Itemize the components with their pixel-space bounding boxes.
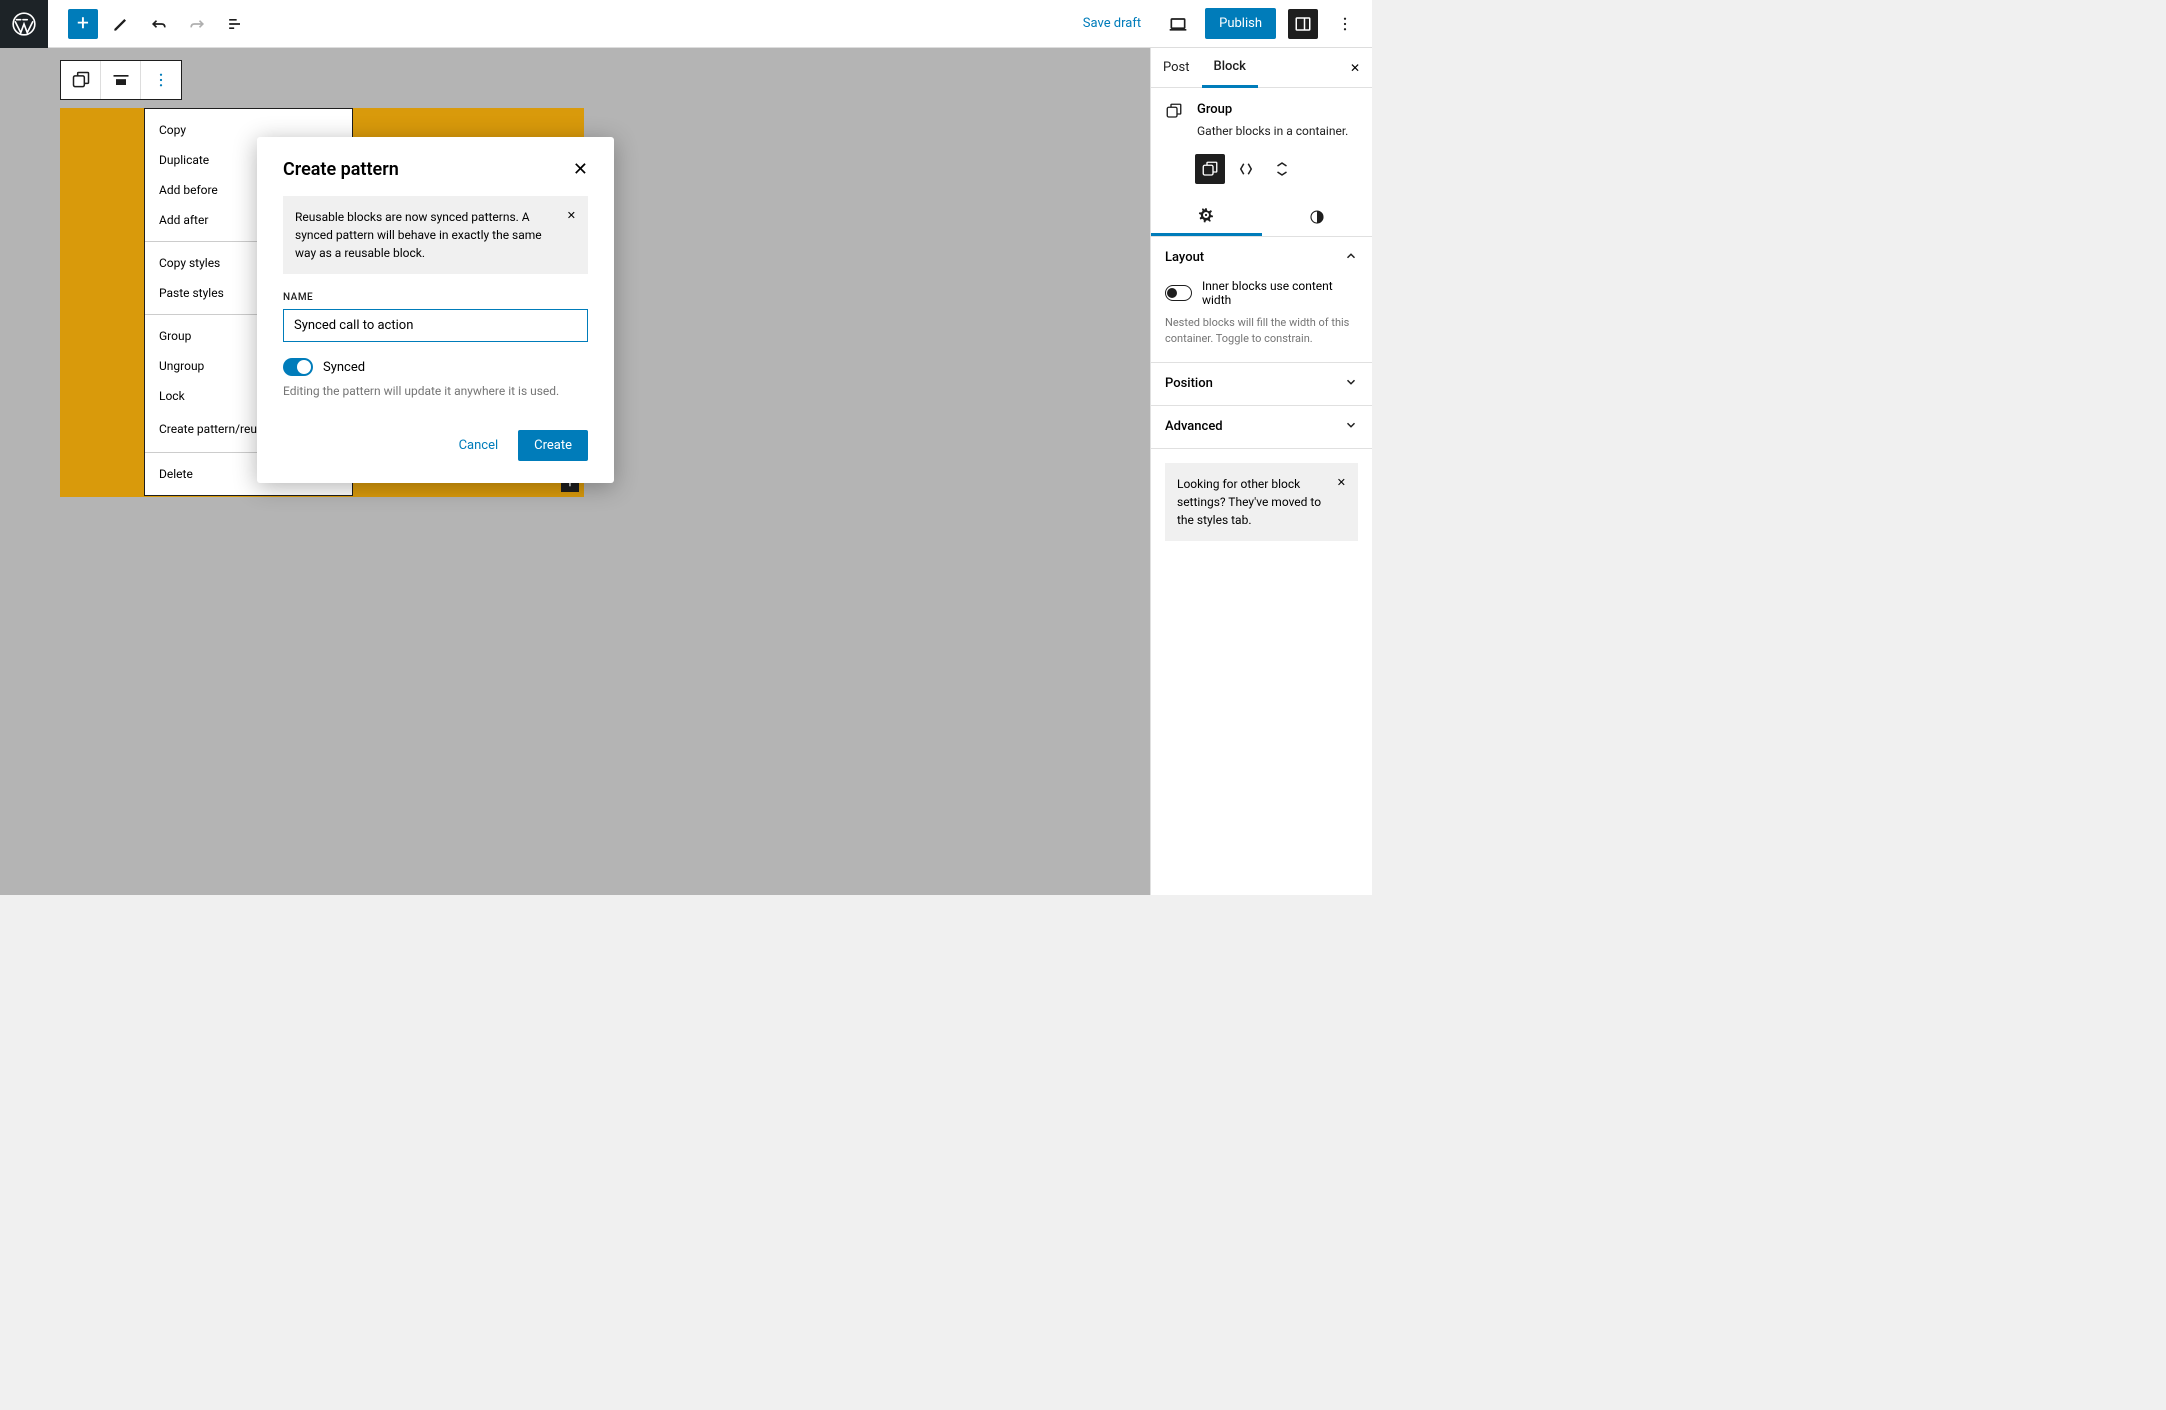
more-options-button[interactable] xyxy=(1330,9,1360,39)
synced-toggle[interactable] xyxy=(283,358,313,376)
align-toolbar-button[interactable] xyxy=(101,61,141,99)
create-button[interactable]: Create xyxy=(518,430,588,461)
panel-advanced-header[interactable]: Advanced xyxy=(1151,406,1372,448)
styles-hint-text: Looking for other block settings? They'v… xyxy=(1177,475,1327,529)
panel-position-header[interactable]: Position xyxy=(1151,363,1372,405)
block-type-desc: Gather blocks in a container. xyxy=(1197,123,1348,140)
close-icon xyxy=(1350,61,1360,75)
save-draft-button[interactable]: Save draft xyxy=(1073,10,1151,37)
variant-row[interactable] xyxy=(1231,154,1261,184)
add-block-button[interactable]: + xyxy=(68,9,98,39)
group-block-icon xyxy=(1165,102,1183,123)
create-pattern-modal: Create pattern Reusable blocks are now s… xyxy=(257,137,614,483)
top-right-tools: Save draft Publish xyxy=(1073,8,1372,39)
pattern-name-input[interactable] xyxy=(283,309,588,342)
cancel-button[interactable]: Cancel xyxy=(445,430,513,461)
block-type-title: Group xyxy=(1197,102,1348,117)
subtab-settings[interactable] xyxy=(1151,198,1262,236)
switch-knob xyxy=(297,360,311,374)
panel-advanced-title: Advanced xyxy=(1165,419,1223,434)
settings-sidebar-toggle[interactable] xyxy=(1288,9,1318,39)
synced-help-text: Editing the pattern will update it anywh… xyxy=(283,384,588,398)
tab-post[interactable]: Post xyxy=(1151,48,1202,87)
panel-position-title: Position xyxy=(1165,376,1213,391)
undo-button[interactable] xyxy=(144,9,174,39)
editor-topbar: + Save draft Publish xyxy=(0,0,1372,48)
wordpress-logo[interactable] xyxy=(0,0,48,48)
content-width-toggle[interactable] xyxy=(1165,285,1192,301)
close-icon xyxy=(573,159,588,180)
tab-block[interactable]: Block xyxy=(1202,49,1258,88)
top-left-tools: + xyxy=(48,9,250,39)
sidebar-tabs: Post Block xyxy=(1151,48,1372,88)
block-info-panel: Group Gather blocks in a container. xyxy=(1151,88,1372,198)
inspector-subtabs xyxy=(1151,198,1372,237)
chevron-down-icon xyxy=(1344,418,1358,436)
panel-layout-title: Layout xyxy=(1165,250,1204,265)
toggle-knob xyxy=(1167,288,1177,298)
subtab-styles[interactable] xyxy=(1262,198,1373,236)
preview-button[interactable] xyxy=(1163,9,1193,39)
plus-icon: + xyxy=(77,12,89,36)
modal-title: Create pattern xyxy=(283,159,399,180)
menu-delete-label: Delete xyxy=(159,467,193,481)
chevron-down-icon xyxy=(1344,375,1358,393)
layout-variants xyxy=(1195,154,1358,184)
modal-notice-text: Reusable blocks are now synced patterns.… xyxy=(295,208,557,262)
list-view-button[interactable] xyxy=(220,9,250,39)
content-width-toggle-row: Inner blocks use content width xyxy=(1165,279,1358,307)
block-more-options-button[interactable] xyxy=(141,61,181,99)
dismiss-hint-button[interactable] xyxy=(1337,475,1346,492)
layout-help-text: Nested blocks will fill the width of thi… xyxy=(1165,315,1358,348)
redo-button[interactable] xyxy=(182,9,212,39)
settings-sidebar: Post Block Group Gather blocks in a cont… xyxy=(1150,48,1372,895)
close-sidebar-button[interactable] xyxy=(1338,61,1372,75)
styles-hint-card: Looking for other block settings? They'v… xyxy=(1165,463,1358,541)
modal-notice: Reusable blocks are now synced patterns.… xyxy=(283,196,588,274)
panel-advanced: Advanced xyxy=(1151,406,1372,449)
panel-layout-header[interactable]: Layout xyxy=(1151,237,1372,279)
content-width-toggle-label: Inner blocks use content width xyxy=(1202,279,1358,307)
variant-group[interactable] xyxy=(1195,154,1225,184)
publish-button[interactable]: Publish xyxy=(1205,8,1276,39)
chevron-up-icon xyxy=(1344,249,1358,267)
dismiss-notice-button[interactable] xyxy=(567,208,576,225)
panel-layout: Layout Inner blocks use content width Ne… xyxy=(1151,237,1372,363)
edit-mode-button[interactable] xyxy=(106,9,136,39)
panel-position: Position xyxy=(1151,363,1372,406)
name-field-label: NAME xyxy=(283,292,588,303)
variant-stack[interactable] xyxy=(1267,154,1297,184)
block-type-toolbar-button[interactable] xyxy=(61,61,101,99)
synced-toggle-label: Synced xyxy=(323,360,365,375)
modal-close-button[interactable] xyxy=(573,159,588,180)
block-toolbar xyxy=(60,60,182,100)
